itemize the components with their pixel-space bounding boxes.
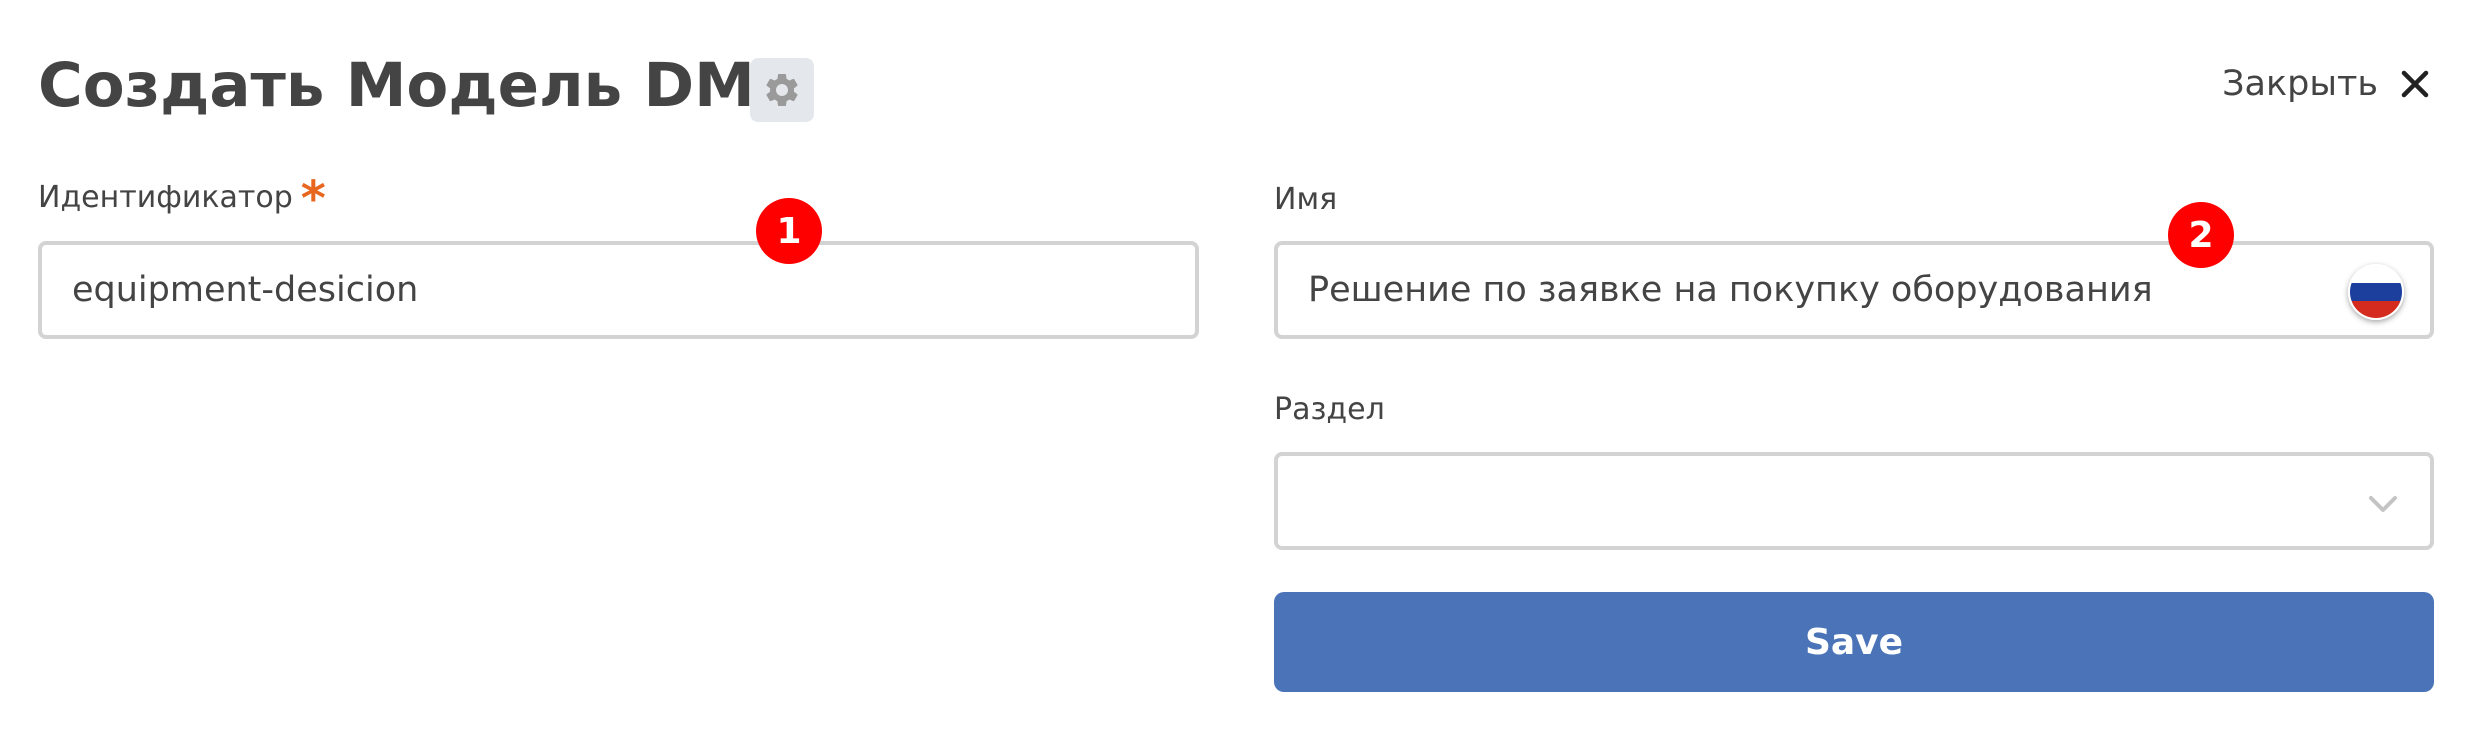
section-select[interactable] [1274, 452, 2434, 550]
identifier-input[interactable]: equipment-desicion [38, 241, 1199, 339]
page-title: Создать Модель DMN [38, 50, 806, 121]
gear-icon [766, 73, 798, 106]
identifier-label: Идентификатор * [38, 175, 326, 223]
name-label: Имя [1274, 182, 1338, 217]
russian-flag-icon[interactable] [2348, 264, 2404, 320]
save-button[interactable]: Save [1274, 592, 2434, 692]
settings-button[interactable] [750, 58, 814, 122]
identifier-label-text: Идентификатор [38, 180, 293, 215]
identifier-value: equipment-desicion [72, 270, 419, 310]
close-icon [2401, 70, 2429, 98]
step-badge-2: 2 [2168, 202, 2234, 268]
section-label: Раздел [1274, 392, 1385, 427]
chevron-down-icon [2369, 496, 2397, 512]
create-dmn-model-dialog: Создать Модель DMN Закрыть Идентификатор… [0, 0, 2472, 750]
close-button[interactable]: Закрыть [2222, 58, 2430, 110]
required-mark: * [300, 171, 326, 227]
name-value: Решение по заявке на покупку оборудовани… [1308, 270, 2153, 310]
step-badge-1: 1 [756, 198, 822, 264]
name-input[interactable]: Решение по заявке на покупку оборудовани… [1274, 241, 2434, 339]
close-label: Закрыть [2222, 64, 2378, 104]
